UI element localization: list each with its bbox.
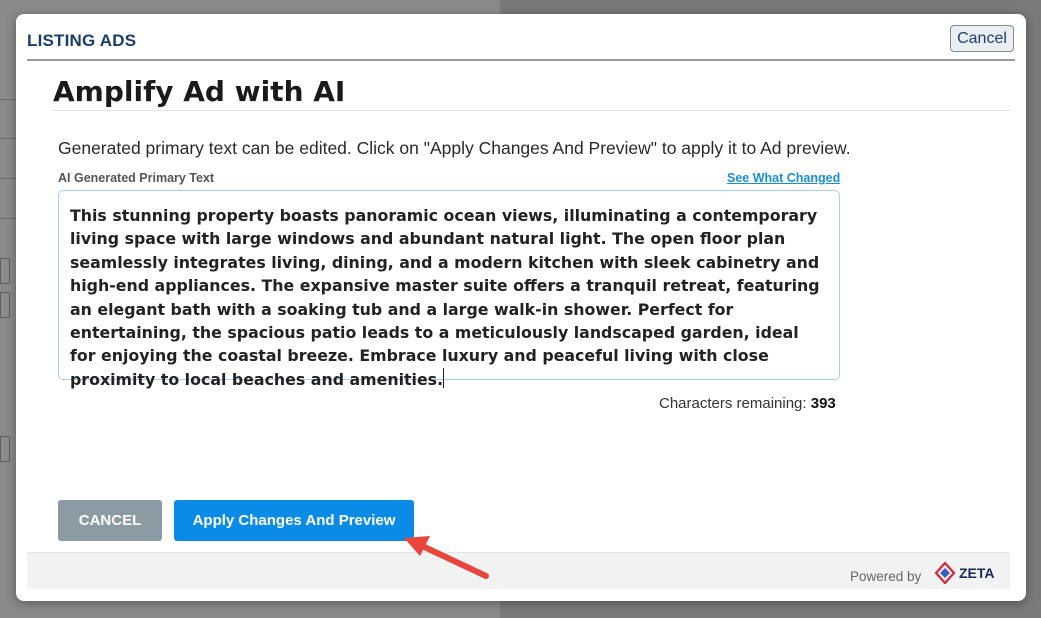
characters-remaining: Characters remaining: 393 <box>659 395 836 412</box>
text-caret <box>443 367 445 388</box>
powered-by-text: Powered by <box>850 569 922 584</box>
instructions-text: Generated primary text can be edited. Cl… <box>58 138 851 158</box>
background-field <box>0 436 10 462</box>
background-field <box>0 258 10 284</box>
amplify-panel: Amplify Ad with AI Generated primary tex… <box>27 61 1010 589</box>
characters-remaining-count: 393 <box>810 395 836 412</box>
apply-changes-and-preview-button[interactable]: Apply Changes And Preview <box>174 500 414 541</box>
cancel-button[interactable]: CANCEL <box>58 500 162 541</box>
zeta-logo-icon <box>935 562 955 584</box>
modal-title: LISTING ADS <box>27 31 137 50</box>
characters-remaining-label: Characters remaining: <box>659 395 807 412</box>
red-arrow-icon <box>404 536 489 579</box>
listing-ads-modal: LISTING ADS Cancel Amplify Ad with AI Ge… <box>16 14 1026 601</box>
zeta-brand-text: ZETA <box>959 565 995 581</box>
page-title: Amplify Ad with AI <box>53 75 346 108</box>
heading-divider <box>53 110 1010 111</box>
see-what-changed-link[interactable]: See What Changed <box>727 171 840 185</box>
top-cancel-button[interactable]: Cancel <box>950 25 1014 52</box>
primary-text-textarea[interactable]: This stunning property boasts panoramic … <box>58 190 840 389</box>
footer: Powered by ZETA <box>27 552 1010 589</box>
primary-text-label: AI Generated Primary Text <box>58 171 215 185</box>
primary-text-content: This stunning property boasts panoramic … <box>70 206 820 389</box>
background-field <box>0 292 10 318</box>
